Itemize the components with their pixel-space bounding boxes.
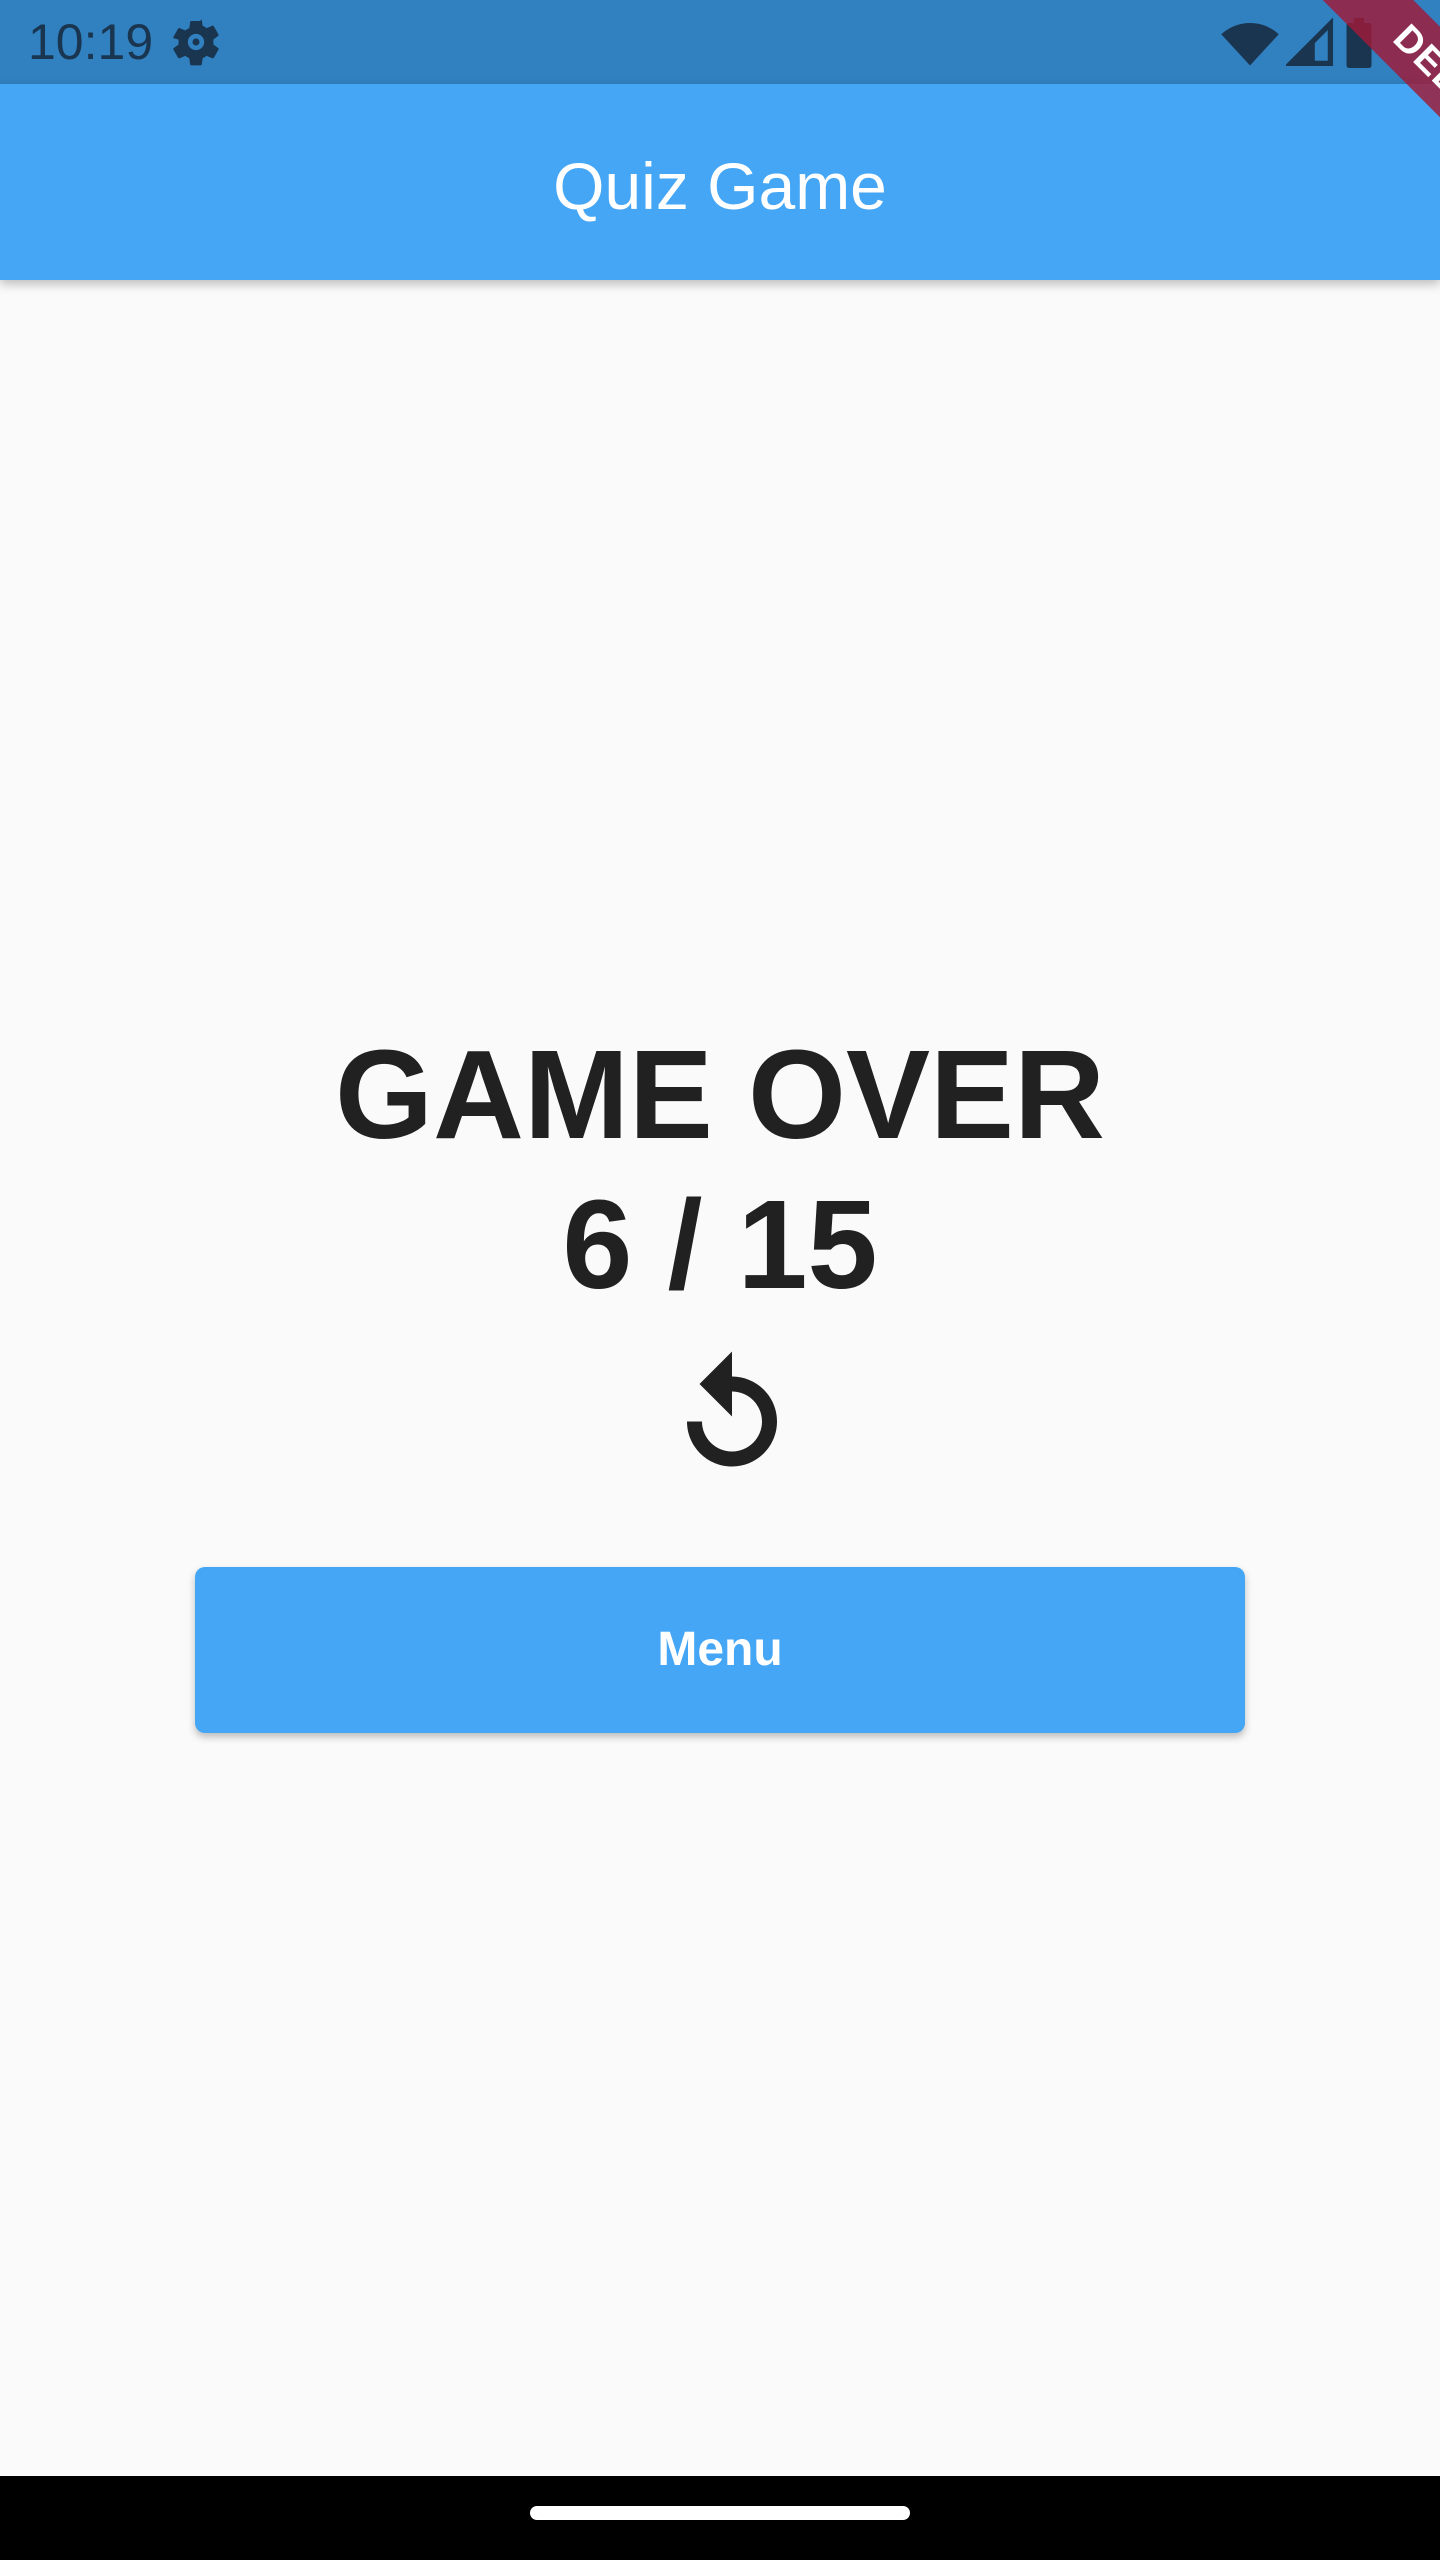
status-icons: [1220, 18, 1400, 68]
wifi-icon: [1221, 23, 1279, 66]
app-bar: Quiz Game: [0, 84, 1440, 280]
replay-icon[interactable]: [672, 1344, 792, 1474]
signal-icon: [1286, 18, 1334, 67]
game-over-title: GAME OVER: [334, 1024, 1106, 1165]
status-time: 10:19: [28, 14, 154, 70]
system-nav-bar: [0, 2476, 1440, 2560]
status-bar: 10:19: [0, 0, 1440, 84]
home-indicator[interactable]: [530, 2506, 910, 2520]
menu-button[interactable]: Menu: [195, 1567, 1245, 1733]
battery-icon: [1346, 18, 1372, 68]
gear-icon: [173, 19, 219, 66]
result-panel: GAME OVER 6 / 15: [0, 1020, 1440, 1320]
app-title: Quiz Game: [553, 149, 887, 223]
score-text: 6 / 15: [562, 1174, 878, 1315]
